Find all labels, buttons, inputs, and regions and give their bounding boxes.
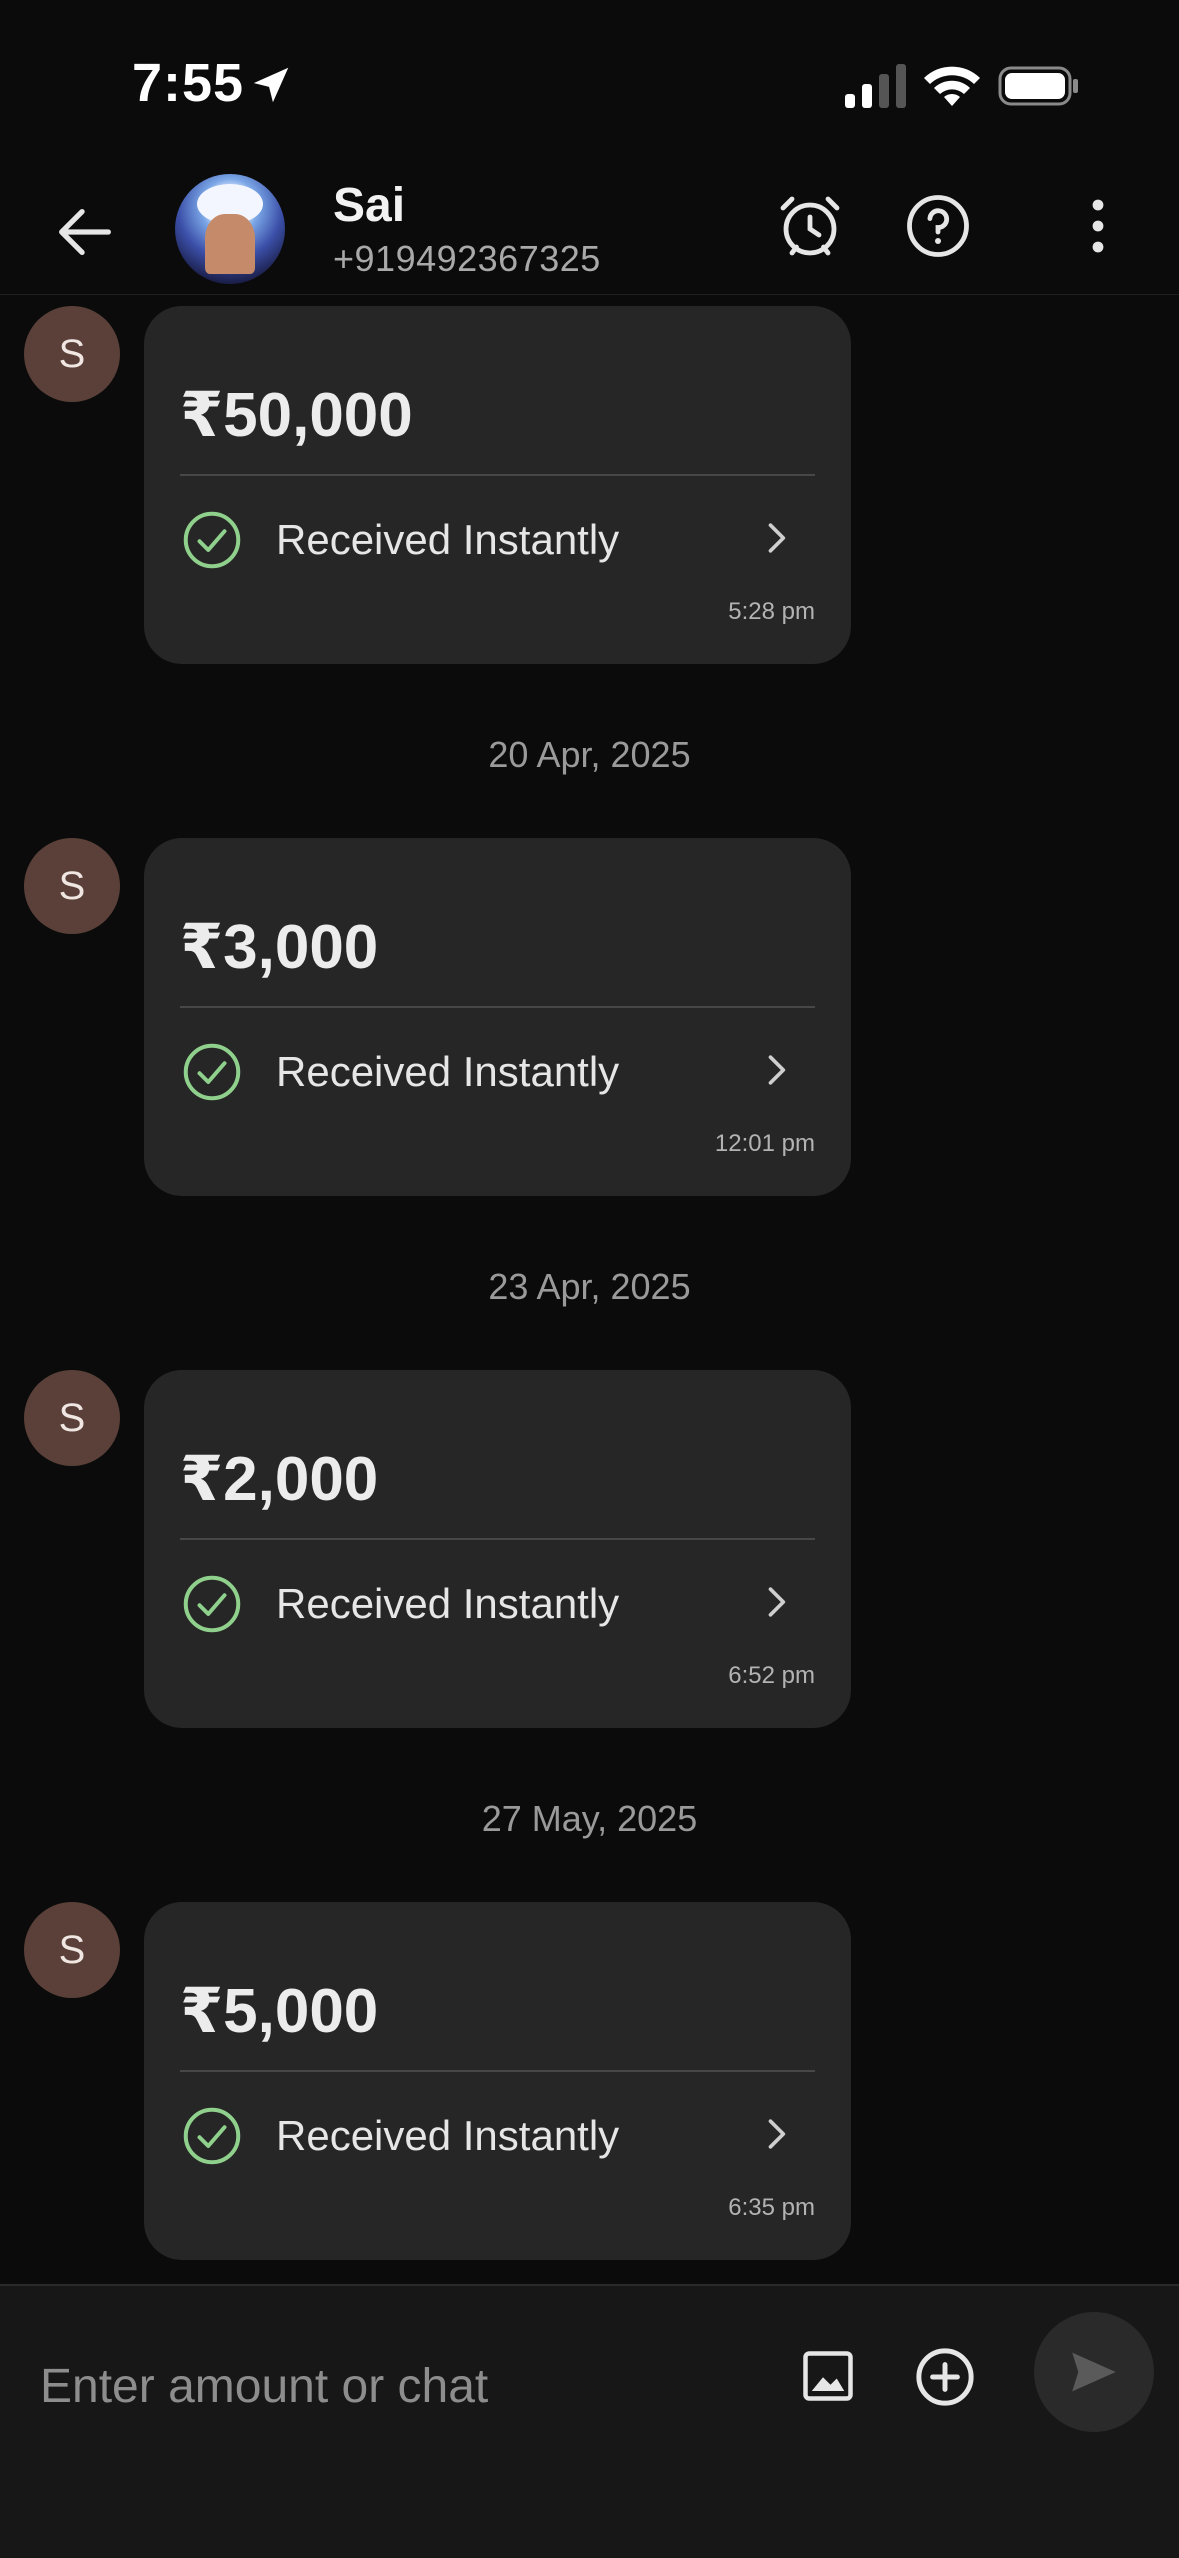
message-time: 6:52 pm — [728, 1662, 815, 1689]
payment-card[interactable]: ₹5,000 Received Instantly 6:35 pm — [144, 1902, 851, 2260]
status-time: 7:55 — [132, 53, 245, 113]
payment-amount: ₹5,000 — [180, 1977, 379, 2046]
divider — [180, 2070, 815, 2072]
battery-icon — [998, 66, 1078, 106]
payment-amount: ₹3,000 — [180, 913, 379, 982]
status-bar: 7:55 — [0, 0, 1179, 170]
more-vertical-icon[interactable] — [1062, 190, 1134, 262]
chat-header: Sai +919492367325 — [0, 170, 1179, 295]
payment-card[interactable]: ₹2,000 Received Instantly 6:52 pm — [144, 1370, 851, 1728]
chevron-right-icon[interactable] — [754, 1580, 798, 1624]
chevron-right-icon[interactable] — [754, 516, 798, 560]
payment-card[interactable]: ₹50,000 Received Instantly 5:28 pm — [144, 306, 851, 664]
date-separator: 23 Apr, 2025 — [488, 1266, 691, 1307]
divider — [180, 1006, 815, 1008]
message-composer — [0, 2284, 1179, 2558]
check-circle-icon — [183, 2107, 241, 2165]
check-circle-icon — [183, 511, 241, 569]
chevron-right-icon[interactable] — [754, 1048, 798, 1092]
send-icon — [1072, 2352, 1116, 2392]
contact-name[interactable]: Sai — [333, 178, 405, 233]
image-icon[interactable] — [798, 2346, 858, 2406]
send-button[interactable] — [1034, 2312, 1154, 2432]
chevron-right-icon[interactable] — [754, 2112, 798, 2156]
message-time: 5:28 pm — [728, 598, 815, 625]
payment-amount: ₹2,000 — [180, 1445, 379, 1514]
sender-avatar: S — [24, 838, 120, 934]
contact-phone: +919492367325 — [333, 238, 601, 279]
payment-status: Received Instantly — [276, 1580, 620, 1627]
date-separator: 20 Apr, 2025 — [488, 734, 691, 775]
payment-status: Received Instantly — [276, 516, 620, 563]
check-circle-icon — [183, 1575, 241, 1633]
add-circle-icon[interactable] — [912, 2344, 978, 2410]
sender-avatar: S — [24, 1902, 120, 1998]
sender-avatar: S — [24, 306, 120, 402]
alarm-clock-icon[interactable] — [774, 190, 846, 262]
payment-status: Received Instantly — [276, 2112, 620, 2159]
contact-avatar[interactable] — [175, 174, 285, 284]
back-arrow-icon[interactable] — [50, 197, 120, 267]
sender-avatar: S — [24, 1370, 120, 1466]
cell-signal-icon — [845, 64, 906, 108]
wifi-icon — [924, 66, 980, 106]
help-icon[interactable] — [902, 190, 974, 262]
payment-status: Received Instantly — [276, 1048, 620, 1095]
date-separator: 27 May, 2025 — [481, 1798, 698, 1839]
payment-card[interactable]: ₹3,000 Received Instantly 12:01 pm — [144, 838, 851, 1196]
amount-or-chat-input[interactable] — [40, 2344, 780, 2428]
location-arrow-icon — [253, 67, 289, 103]
message-time: 6:35 pm — [728, 2194, 815, 2221]
check-circle-icon — [183, 1043, 241, 1101]
message-time: 12:01 pm — [714, 1130, 815, 1157]
divider — [180, 1538, 815, 1540]
payment-amount: ₹50,000 — [180, 381, 413, 450]
divider — [180, 474, 815, 476]
